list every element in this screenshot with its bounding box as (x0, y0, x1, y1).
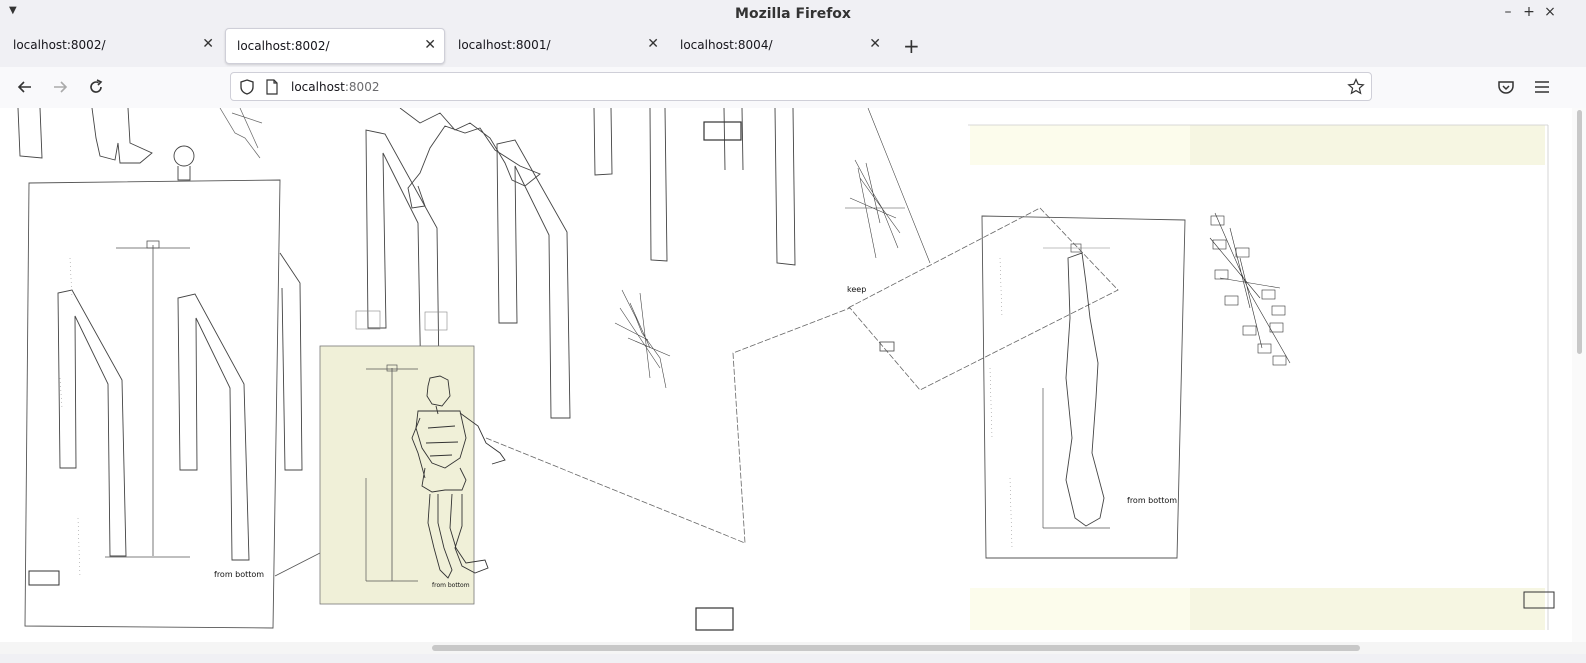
highlight-panel[interactable] (319, 345, 475, 605)
star-icon[interactable] (1347, 78, 1365, 96)
right-limb-shape (1065, 252, 1105, 527)
reload-icon[interactable] (86, 77, 106, 97)
tab-bar: localhost:8002/ ✕ localhost:8002/ ✕ loca… (0, 28, 1586, 67)
close-icon[interactable]: × (1542, 4, 1558, 20)
tab-label: localhost:8002/ (13, 38, 106, 52)
projection-lines (485, 207, 1119, 544)
shield-icon[interactable] (239, 79, 255, 95)
back-icon[interactable] (15, 77, 35, 97)
tab-close-icon[interactable]: ✕ (869, 36, 881, 52)
navigation-toolbar: localhost:8002 (0, 67, 1586, 109)
url-port: :8002 (344, 80, 380, 94)
window-titlebar: ▼ Mozilla Firefox – + × (0, 0, 1586, 28)
label-keep: keep (847, 285, 867, 294)
sketch-cluster-top (845, 108, 931, 264)
bottom-box (695, 607, 734, 631)
maximize-icon[interactable]: + (1521, 4, 1537, 20)
tab-label: localhost:8002/ (237, 39, 330, 53)
left-small-box (28, 570, 60, 586)
top-box (703, 121, 742, 141)
url-bar[interactable]: localhost:8002 (230, 72, 1372, 101)
window-bottom-edge (0, 654, 1586, 663)
forward-icon[interactable] (50, 77, 70, 97)
label-from-bottom-middle: from bottom (432, 582, 470, 589)
minimize-icon[interactable]: – (1500, 4, 1516, 20)
pocket-icon[interactable] (1496, 77, 1516, 97)
tab-close-icon[interactable]: ✕ (424, 37, 436, 53)
window-title: Mozilla Firefox (735, 6, 851, 22)
horizontal-scroll-thumb[interactable] (432, 645, 1360, 651)
tab-label: localhost:8004/ (680, 38, 773, 52)
tab-close-icon[interactable]: ✕ (647, 36, 659, 52)
horizontal-scrollbar[interactable] (0, 642, 1586, 654)
tab-label: localhost:8001/ (458, 38, 551, 52)
url-host: localhost (291, 80, 345, 94)
tab-3[interactable]: localhost:8001/ ✕ (447, 28, 667, 64)
label-from-bottom-left: from bottom (214, 570, 265, 579)
arch-mid-2 (496, 139, 571, 419)
figure-arm-top (399, 108, 541, 209)
label-from-bottom-right: from bottom (1127, 496, 1178, 505)
sketch-cluster-mid (614, 289, 671, 389)
tab-2-active[interactable]: localhost:8002/ ✕ (225, 28, 445, 64)
new-tab-icon[interactable]: + (903, 34, 920, 58)
app-menu-icon[interactable] (1532, 77, 1552, 97)
vertical-scrollbar[interactable] (1572, 108, 1586, 642)
arch-left-1 (57, 289, 127, 557)
scene-drawing[interactable] (0, 108, 1586, 642)
tab-1[interactable]: localhost:8002/ ✕ (2, 28, 222, 64)
tab-4[interactable]: localhost:8004/ ✕ (669, 28, 889, 64)
arch-left-2 (177, 293, 250, 561)
left-frame (24, 179, 281, 629)
lower-band-dark (1190, 588, 1545, 630)
sketch-cluster-right (1209, 212, 1291, 366)
upper-band-dark (1190, 125, 1545, 165)
vertical-scroll-thumb[interactable] (1577, 110, 1582, 354)
page-canvas[interactable]: keep from bottom from bottom from bottom (0, 108, 1586, 642)
tab-close-icon[interactable]: ✕ (202, 36, 214, 52)
page-icon (266, 79, 278, 95)
url-text[interactable]: localhost:8002 (291, 80, 379, 94)
figure-legs-top (91, 108, 153, 164)
